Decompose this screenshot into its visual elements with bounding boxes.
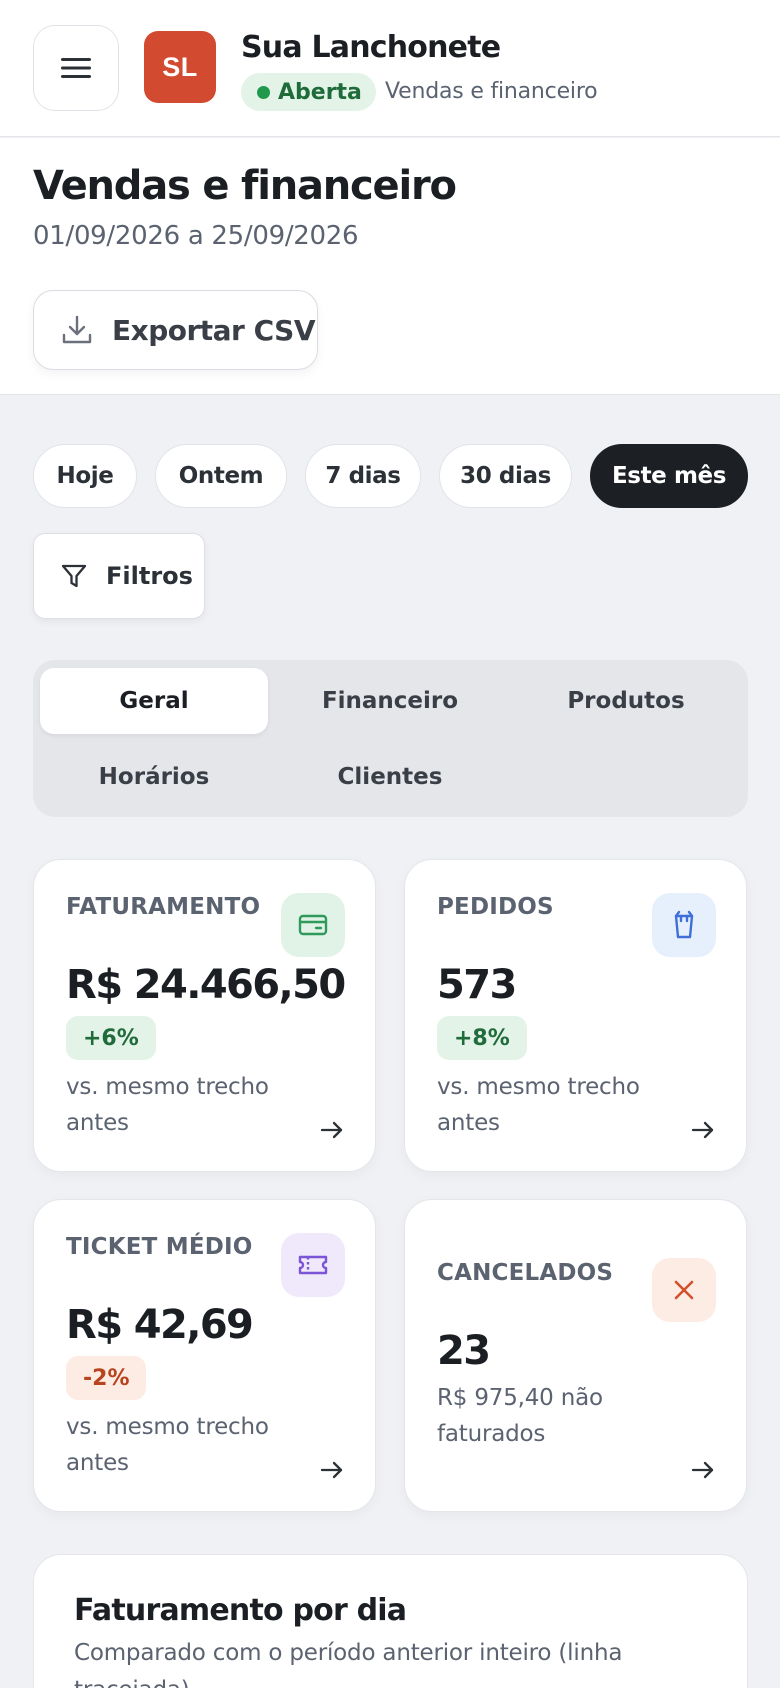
kpi-label: PEDIDOS bbox=[437, 894, 554, 920]
report-tabs: Geral Financeiro Produtos Horários Clien… bbox=[33, 660, 748, 817]
download-icon bbox=[62, 315, 92, 344]
kpi-card-ticket-medio[interactable]: TICKET MÉDIO R$ 42,69 -2% vs. mesmo trec… bbox=[33, 1199, 376, 1512]
panel-subtitle: Comparado com o período anterior inteiro… bbox=[74, 1640, 623, 1688]
tab-geral[interactable]: Geral bbox=[40, 668, 268, 734]
kpi-note: R$ 975,40 não faturados bbox=[437, 1385, 603, 1447]
kpi-label: CANCELADOS bbox=[437, 1260, 614, 1286]
period-chip-hoje[interactable]: Hoje bbox=[33, 444, 137, 508]
status-label: Aberta bbox=[278, 79, 362, 105]
x-icon bbox=[652, 1258, 716, 1322]
arrow-right-icon bbox=[691, 1121, 714, 1139]
kpi-value: R$ 24.466,50 bbox=[66, 962, 346, 1008]
date-range: 01/09/2026 a 25/09/2026 bbox=[33, 221, 359, 251]
kpi-label: TICKET MÉDIO bbox=[66, 1234, 253, 1260]
arrow-right-icon bbox=[320, 1461, 343, 1479]
kpi-value: 23 bbox=[437, 1328, 491, 1374]
page-header: Vendas e financeiro 01/09/2026 a 25/09/2… bbox=[0, 138, 780, 395]
card-icon bbox=[281, 893, 345, 957]
delta-badge: +6% bbox=[66, 1016, 156, 1060]
kpi-card-cancelados[interactable]: CANCELADOS 23 R$ 975,40 não faturados bbox=[404, 1199, 747, 1512]
tab-financeiro[interactable]: Financeiro bbox=[276, 668, 504, 734]
store-avatar[interactable]: SL bbox=[144, 31, 216, 103]
period-chip-30-dias[interactable]: 30 dias bbox=[439, 444, 572, 508]
kpi-card-faturamento[interactable]: FATURAMENTO R$ 24.466,50 +6% vs. mesmo t… bbox=[33, 859, 376, 1172]
tab-clientes[interactable]: Clientes bbox=[276, 744, 504, 810]
header-section-label: Vendas e financeiro bbox=[385, 79, 598, 104]
kpi-card-pedidos[interactable]: PEDIDOS 573 +8% vs. mesmo trecho antes bbox=[404, 859, 747, 1172]
kpi-note: vs. mesmo trecho antes bbox=[66, 1074, 269, 1136]
delta-badge: -2% bbox=[66, 1356, 147, 1400]
kpi-label: FATURAMENTO bbox=[66, 894, 261, 920]
status-dot-icon bbox=[257, 85, 270, 99]
export-csv-button[interactable]: Exportar CSV bbox=[33, 290, 318, 370]
kpi-value: 573 bbox=[437, 962, 517, 1008]
filters-button[interactable]: Filtros bbox=[33, 533, 205, 619]
revenue-per-day-panel: Faturamento por dia Comparado com o perí… bbox=[33, 1554, 748, 1688]
top-bar: SL Sua Lanchonete Aberta Vendas e financ… bbox=[0, 0, 780, 137]
arrow-right-icon bbox=[320, 1121, 343, 1139]
filter-icon bbox=[61, 564, 87, 588]
hamburger-icon bbox=[61, 58, 91, 78]
kpi-note: vs. mesmo trecho antes bbox=[437, 1074, 640, 1136]
period-chip-este-mes[interactable]: Este mês bbox=[590, 444, 748, 508]
period-chip-7-dias[interactable]: 7 dias bbox=[305, 444, 421, 508]
delta-badge: +8% bbox=[437, 1016, 527, 1060]
kpi-value: R$ 42,69 bbox=[66, 1302, 254, 1348]
export-csv-label: Exportar CSV bbox=[112, 313, 316, 347]
period-chip-ontem[interactable]: Ontem bbox=[155, 444, 287, 508]
page-title: Vendas e financeiro bbox=[33, 163, 457, 209]
status-badge: Aberta bbox=[241, 73, 376, 111]
tab-produtos[interactable]: Produtos bbox=[512, 668, 740, 734]
menu-button[interactable] bbox=[33, 25, 119, 111]
store-name: Sua Lanchonete bbox=[241, 30, 501, 65]
ticket-icon bbox=[281, 1233, 345, 1297]
bag-icon bbox=[652, 893, 716, 957]
arrow-right-icon bbox=[691, 1461, 714, 1479]
tab-horarios[interactable]: Horários bbox=[40, 744, 268, 810]
kpi-note: vs. mesmo trecho antes bbox=[66, 1414, 269, 1476]
filters-label: Filtros bbox=[106, 562, 193, 590]
panel-title: Faturamento por dia bbox=[74, 1593, 407, 1628]
